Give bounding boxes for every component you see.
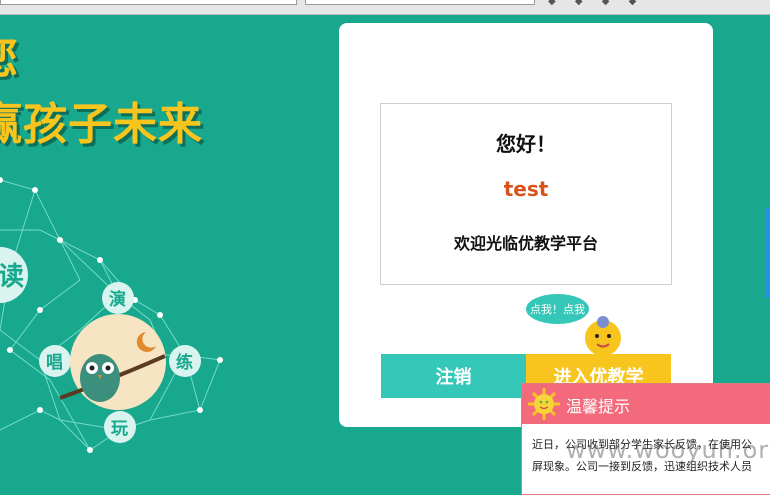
label-practice: 练: [176, 352, 193, 373]
learning-network-illustration: 读 演 唱 练 玩: [0, 177, 223, 453]
logout-button[interactable]: 注销: [381, 354, 526, 398]
greeting-box: 您好！ test 欢迎光临优教学平台: [380, 103, 672, 285]
slogan-line-2: 赢孩子未来: [0, 99, 203, 150]
slogan-line-1: 您: [0, 22, 18, 86]
welcome-message: 欢迎光临优教学平台: [453, 234, 598, 253]
side-scroll-indicator[interactable]: [766, 208, 770, 298]
toolbar-icons[interactable]: ◆ ◆ ◆ ◆: [548, 0, 748, 7]
browser-toolbar: ◆ ◆ ◆ ◆: [0, 0, 770, 15]
greeting-hello: 您好！: [496, 132, 556, 156]
owl-moon-icon: [59, 314, 166, 410]
welcome-card: 您好！ test 欢迎光临优教学平台 注销 进入优教学: [339, 23, 713, 427]
label-read: 读: [0, 262, 24, 292]
sun-icon: [528, 388, 560, 420]
mascot-icon[interactable]: [578, 314, 628, 358]
search-field[interactable]: [305, 0, 535, 5]
popup-title: 温馨提示: [566, 397, 631, 416]
label-sing: 唱: [46, 353, 63, 373]
label-act: 演: [109, 289, 126, 310]
username: test: [503, 177, 549, 201]
popup-header[interactable]: 温馨提示: [522, 384, 770, 424]
address-field[interactable]: [0, 0, 297, 5]
watermark: www.wooyun.org: [566, 436, 770, 464]
label-play: 玩: [111, 419, 128, 439]
